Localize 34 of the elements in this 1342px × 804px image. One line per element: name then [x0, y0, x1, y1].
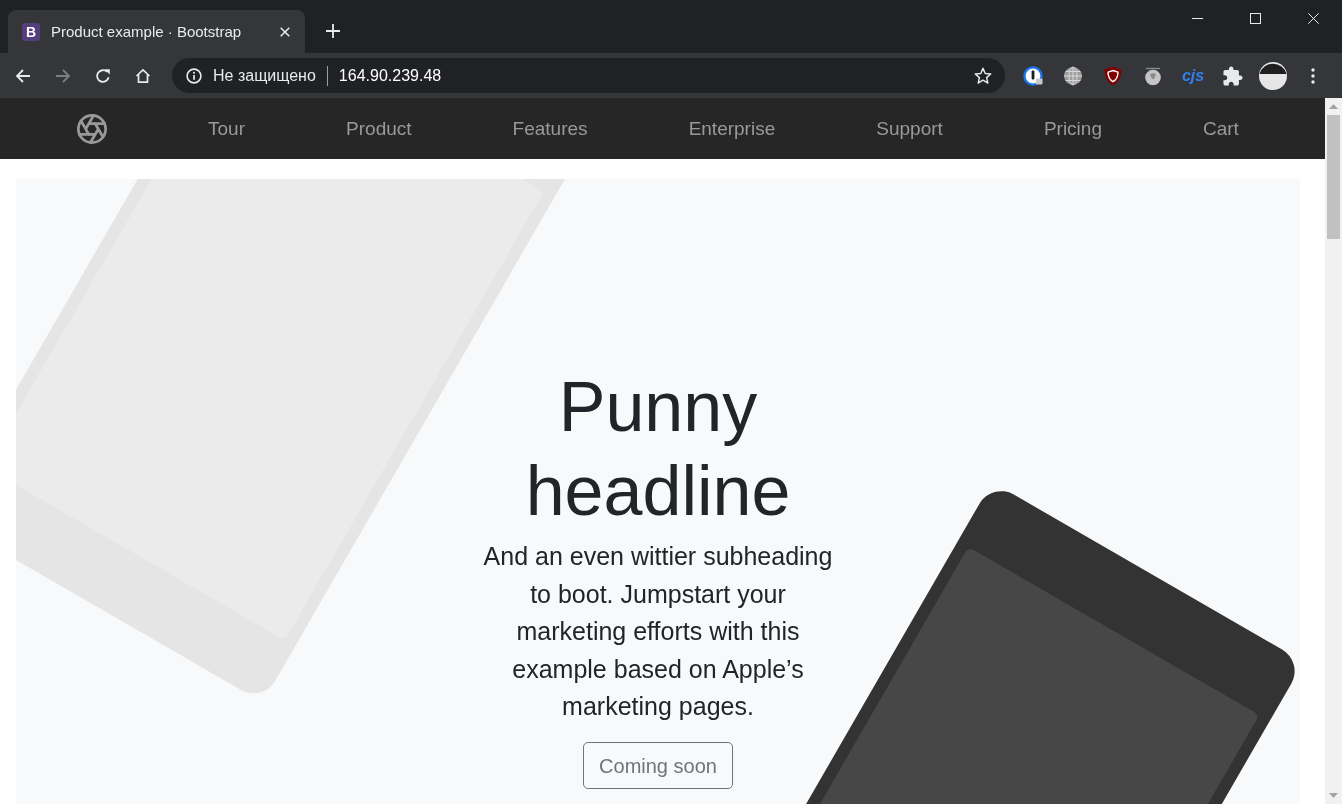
shield-icon[interactable]	[1103, 65, 1123, 86]
headline: Punny headline	[524, 367, 792, 532]
nav-link[interactable]: Enterprise	[688, 117, 776, 140]
globe-icon[interactable]	[1063, 65, 1083, 86]
browser-tab[interactable]: B Product example · Bootstrap	[8, 10, 305, 53]
reload-icon[interactable]	[95, 67, 111, 84]
extension-button[interactable]: cjs	[1181, 66, 1205, 85]
address-bar[interactable]: Не защищено 164.90.239.48	[172, 58, 1005, 93]
avatar-icon[interactable]	[1259, 61, 1287, 90]
new-tab-icon[interactable]	[326, 24, 340, 38]
star-icon[interactable]	[974, 66, 992, 85]
keyhole-icon[interactable]	[1023, 65, 1043, 86]
menu-icon[interactable]	[1311, 67, 1315, 84]
cta-button[interactable]: Coming soon	[583, 742, 733, 789]
favicon: B	[22, 22, 40, 41]
window-close-icon[interactable]	[1307, 12, 1319, 24]
security-label[interactable]: Не защищено	[213, 66, 316, 85]
home-icon[interactable]	[135, 67, 151, 84]
maximize-icon[interactable]	[1249, 12, 1261, 24]
nav-link[interactable]: Pricing	[1043, 117, 1102, 140]
nav-link[interactable]: Features	[512, 117, 588, 140]
nav-link[interactable]: Cart	[1203, 117, 1239, 140]
aperture-icon[interactable]	[77, 113, 107, 144]
close-icon[interactable]	[280, 26, 290, 37]
sphere-icon[interactable]	[1143, 65, 1163, 86]
nav-link[interactable]: Tour	[208, 117, 245, 140]
subheading: And an even wittier subheading to boot. Jumpstart your marketing efforts with this example based on Apple’s marketing pages.	[482, 541, 834, 722]
nav-link[interactable]: Support	[876, 117, 943, 140]
scrollbar-thumb[interactable]	[1327, 115, 1340, 239]
nav-link[interactable]: Product	[346, 117, 412, 140]
info-icon[interactable]	[186, 67, 202, 84]
puzzle-icon[interactable]	[1223, 65, 1243, 86]
minimize-icon[interactable]	[1191, 17, 1203, 19]
back-icon[interactable]	[15, 67, 31, 84]
